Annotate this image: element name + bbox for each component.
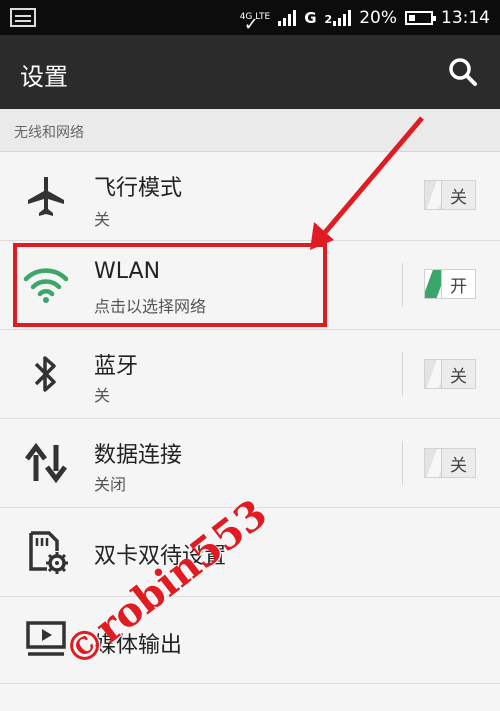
annotation-arrow — [310, 116, 424, 250]
